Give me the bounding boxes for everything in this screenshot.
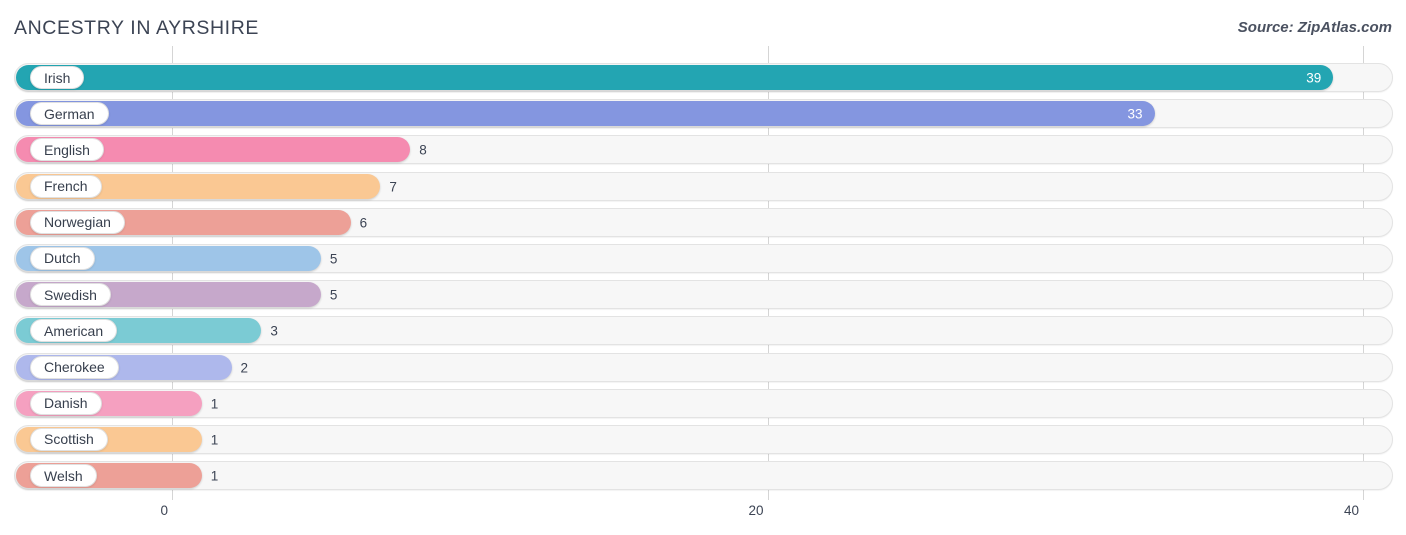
bar-value-label: 8 [419, 142, 427, 158]
bar-row[interactable]: 3 American [0, 313, 1406, 349]
bar-value-label: 1 [210, 432, 219, 448]
x-tick-label-20: 20 [748, 503, 764, 518]
bar-track [14, 424, 1393, 454]
x-axis: 0 20 40 [0, 500, 1406, 530]
bar-value-label: 7 [389, 179, 397, 195]
bar-row[interactable]: 7 French [0, 169, 1406, 205]
category-label-american[interactable]: American [30, 319, 118, 343]
bar-row[interactable]: 2 Cherokee [0, 350, 1406, 386]
bar-row[interactable]: 6 Norwegian [0, 205, 1406, 241]
ancestry-bar-chart: ANCESTRY IN AYRSHIRE Source: ZipAtlas.co… [0, 0, 1406, 535]
category-label-dutch[interactable]: Dutch [30, 246, 95, 270]
bar-row[interactable]: 8 English [0, 132, 1406, 168]
bar-track [14, 388, 1393, 418]
bar-row[interactable]: 1 Scottish [0, 422, 1406, 458]
bar-value-label: 6 [359, 215, 368, 231]
bar-rows: 39 Irish 33 German 8 English 7 French 6 Norwegian… [0, 60, 1406, 494]
source-attribution: Source: ZipAtlas.com [1237, 19, 1392, 36]
bar-value-label: 5 [329, 251, 338, 267]
bar-row[interactable]: 33 German [0, 96, 1406, 132]
category-label-english[interactable]: English [30, 138, 104, 162]
bar-row[interactable]: 1 Welsh [0, 458, 1406, 494]
category-label-german[interactable]: German [30, 102, 109, 126]
category-label-norwegian[interactable]: Norwegian [30, 210, 125, 234]
category-label-french[interactable]: French [30, 174, 102, 198]
bar-track [14, 461, 1393, 491]
x-tick-label-0: 0 [160, 503, 168, 518]
plot-area: 39 Irish 33 German 8 English 7 French 6 Norwegian… [0, 46, 1406, 500]
bar[interactable]: 33 [16, 101, 1155, 127]
category-label-irish[interactable]: Irish [30, 66, 85, 89]
x-tick-label-40: 40 [1343, 503, 1359, 518]
category-label-scottish[interactable]: Scottish [30, 427, 108, 451]
bar-row[interactable]: 39 Irish [0, 60, 1406, 96]
bar[interactable]: 39 [16, 65, 1334, 90]
bar-row[interactable]: 5 Dutch [0, 241, 1406, 277]
category-label-swedish[interactable]: Swedish [30, 283, 111, 307]
bar-row[interactable]: 1 Danish [0, 386, 1406, 422]
bar-value-label: 39 [1306, 70, 1322, 85]
bar-value-label: 1 [210, 468, 219, 484]
page-title: ANCESTRY IN AYRSHIRE [14, 17, 259, 39]
bar-value-label: 33 [1127, 106, 1143, 122]
bar-value-label: 3 [270, 323, 278, 339]
category-label-danish[interactable]: Danish [30, 391, 102, 415]
bar-value-label: 1 [210, 396, 219, 412]
category-label-welsh[interactable]: Welsh [30, 464, 97, 488]
bar-row[interactable]: 5 Swedish [0, 277, 1406, 313]
bar-value-label: 2 [240, 360, 249, 376]
category-label-cherokee[interactable]: Cherokee [30, 355, 119, 379]
bar-value-label: 5 [329, 287, 338, 303]
